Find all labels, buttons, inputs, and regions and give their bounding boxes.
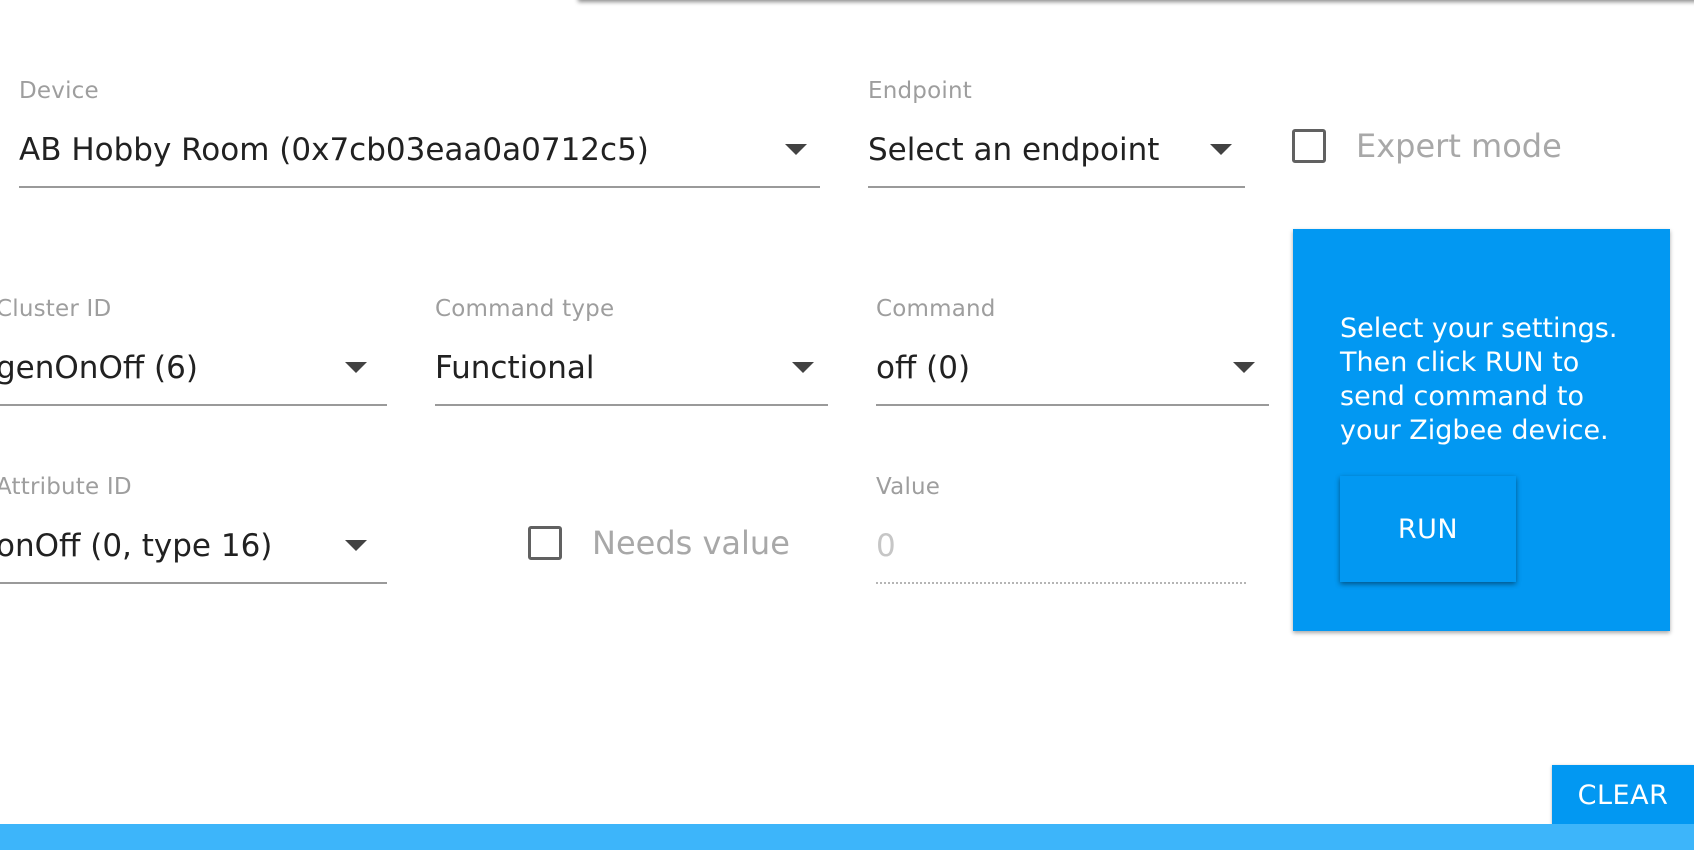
cluster-id-select[interactable]: Cluster ID genOnOff (6)	[0, 296, 387, 420]
endpoint-dropdown-arrow-icon[interactable]	[1210, 144, 1232, 155]
command-type-label: Command type	[435, 296, 615, 322]
cluster-id-label: Cluster ID	[0, 296, 112, 322]
command-type-underline	[435, 404, 828, 406]
device-dropdown-arrow-icon[interactable]	[785, 144, 807, 155]
bottom-bar	[0, 824, 1694, 850]
attribute-id-label: Attribute ID	[0, 474, 132, 500]
attribute-id-underline	[0, 582, 387, 584]
endpoint-underline	[868, 186, 1245, 188]
command-type-dropdown-arrow-icon[interactable]	[792, 362, 814, 373]
expert-mode-checkbox[interactable]: Expert mode	[1292, 127, 1562, 165]
attribute-id-select[interactable]: Attribute ID onOff (0, type 16)	[0, 474, 387, 598]
info-card-text: Select your settings. Then click RUN to …	[1340, 313, 1618, 446]
command-dropdown-arrow-icon[interactable]	[1233, 362, 1255, 373]
value-underline	[876, 582, 1246, 584]
device-value[interactable]: AB Hobby Room (0x7cb03eaa0a0712c5)	[19, 132, 649, 168]
endpoint-label: Endpoint	[868, 78, 972, 104]
endpoint-value[interactable]: Select an endpoint	[868, 132, 1159, 168]
cluster-id-underline	[0, 404, 387, 406]
cluster-id-dropdown-arrow-icon[interactable]	[345, 362, 367, 373]
device-underline	[19, 186, 820, 188]
attribute-id-dropdown-arrow-icon[interactable]	[345, 540, 367, 551]
device-select[interactable]: Device AB Hobby Room (0x7cb03eaa0a0712c5…	[19, 78, 820, 202]
zigbee-command-panel: Device AB Hobby Room (0x7cb03eaa0a0712c5…	[0, 0, 1694, 850]
value-placeholder[interactable]: 0	[876, 528, 896, 564]
command-underline	[876, 404, 1269, 406]
needs-value-checkbox[interactable]: Needs value	[528, 524, 790, 562]
command-type-select[interactable]: Command type Functional	[435, 296, 828, 420]
command-label: Command	[876, 296, 996, 322]
value-label: Value	[876, 474, 941, 500]
needs-value-checkbox-box[interactable]	[528, 526, 562, 560]
expert-mode-checkbox-box[interactable]	[1292, 129, 1326, 163]
attribute-id-value[interactable]: onOff (0, type 16)	[0, 528, 272, 564]
needs-value-label[interactable]: Needs value	[592, 524, 790, 562]
command-value[interactable]: off (0)	[876, 350, 970, 386]
command-type-value[interactable]: Functional	[435, 350, 594, 386]
expert-mode-label[interactable]: Expert mode	[1356, 127, 1562, 165]
endpoint-select[interactable]: Endpoint Select an endpoint	[868, 78, 1245, 202]
device-label: Device	[19, 78, 99, 104]
info-card: Select your settings. Then click RUN to …	[1293, 229, 1670, 631]
value-input[interactable]: Value 0	[876, 474, 1246, 598]
cluster-id-value[interactable]: genOnOff (6)	[0, 350, 198, 386]
clear-button[interactable]: CLEAR	[1552, 765, 1694, 825]
command-select[interactable]: Command off (0)	[876, 296, 1269, 420]
run-button[interactable]: RUN	[1340, 476, 1516, 582]
